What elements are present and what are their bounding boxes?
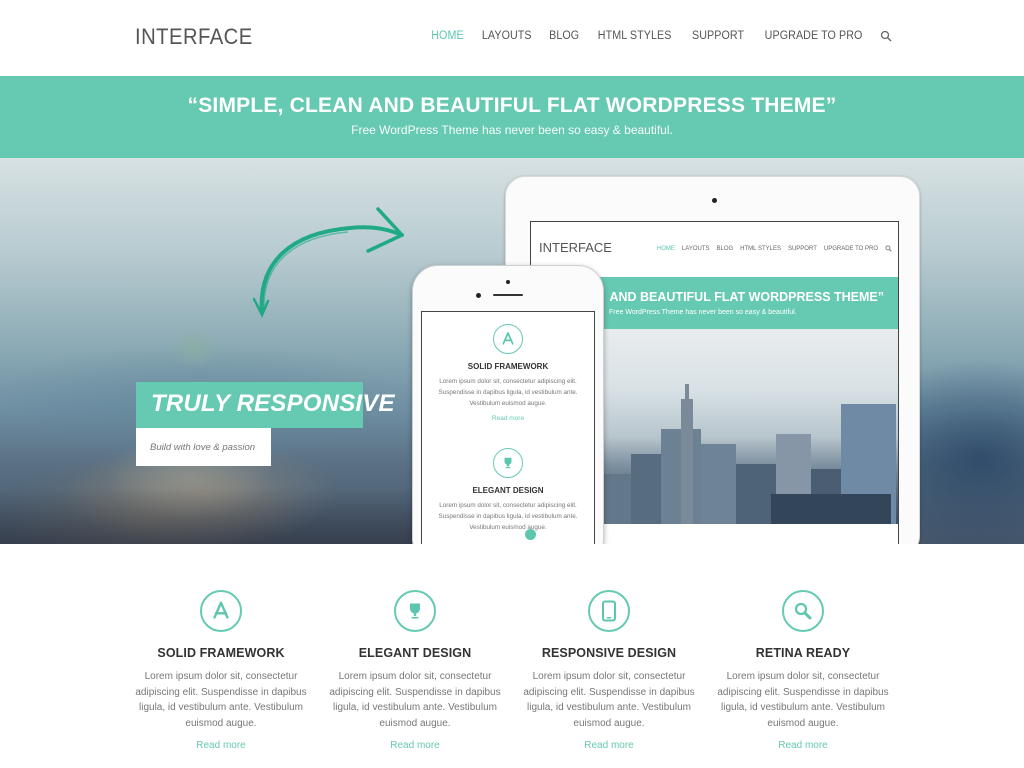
tablet-nav-item: BLOG bbox=[716, 245, 734, 252]
features-section: SOLID FRAMEWORK Lorem ipsum dolor sit, c… bbox=[0, 544, 1024, 768]
nav-support[interactable]: SUPPORT bbox=[692, 30, 744, 42]
nav-home[interactable]: HOME bbox=[431, 30, 463, 42]
feature-solid-framework: SOLID FRAMEWORK Lorem ipsum dolor sit, c… bbox=[131, 590, 311, 752]
tablet-nav-item: HOME bbox=[656, 245, 675, 252]
phone-feature-title: SOLID FRAMEWORK bbox=[467, 362, 549, 371]
nav-upgrade-to-pro[interactable]: UPGRADE TO PRO bbox=[765, 30, 863, 42]
main-nav: HOME LAYOUTS BLOG HTML STYLES SUPPORT UP… bbox=[415, 30, 892, 42]
feature-text: Lorem ipsum dolor sit, consectetur adipi… bbox=[135, 671, 307, 729]
phone-feature-text: Lorem ipsum dolor sit, consectetur adipi… bbox=[438, 378, 578, 407]
hand-drawn-arrow-icon bbox=[252, 207, 404, 318]
site-logo[interactable]: INTERFACE bbox=[135, 24, 253, 50]
phone-feature-solid-framework: SOLID FRAMEWORK Lorem ipsum dolor sit, c… bbox=[422, 324, 594, 422]
slider-pager bbox=[508, 529, 536, 540]
read-more-link[interactable]: Read more bbox=[390, 740, 439, 751]
app-store-icon bbox=[493, 324, 523, 354]
hero-subtagline-text: Build with love & passion bbox=[150, 442, 256, 453]
background-shadow bbox=[0, 488, 420, 544]
phone-screen: SOLID FRAMEWORK Lorem ipsum dolor sit, c… bbox=[421, 311, 595, 544]
feature-responsive-design: RESPONSIVE DESIGN Lorem ipsum dolor sit,… bbox=[519, 590, 699, 752]
background-dome bbox=[170, 328, 220, 368]
tablet-camera bbox=[712, 198, 717, 203]
pager-dot-active[interactable] bbox=[525, 529, 536, 540]
mobile-icon bbox=[588, 590, 630, 632]
nav-layouts[interactable]: LAYOUTS bbox=[481, 30, 531, 42]
phone-feature-elegant-design: ELEGANT DESIGN Lorem ipsum dolor sit, co… bbox=[422, 448, 594, 533]
read-more-link[interactable]: Read more bbox=[196, 740, 245, 751]
read-more-link[interactable]: Read more bbox=[584, 740, 633, 751]
phone-feature-title: ELEGANT DESIGN bbox=[472, 486, 544, 495]
magnifier-icon bbox=[782, 590, 824, 632]
tagline-banner: “SIMPLE, CLEAN AND BEAUTIFUL FLAT WORDPR… bbox=[0, 76, 1024, 158]
hero-subtagline: Build with love & passion bbox=[136, 428, 271, 466]
nav-blog[interactable]: BLOG bbox=[549, 30, 579, 42]
tablet-logo: INTERFACE bbox=[539, 240, 612, 255]
trophy-icon bbox=[394, 590, 436, 632]
hero-tagline: TRULY RESPONSIVE bbox=[136, 382, 395, 428]
app-store-icon bbox=[200, 590, 242, 632]
hero-tagline-text: TRULY RESPONSIVE bbox=[151, 390, 395, 417]
feature-text: Lorem ipsum dolor sit, consectetur adipi… bbox=[329, 671, 501, 729]
feature-title: SOLID FRAMEWORK bbox=[157, 646, 285, 660]
phone-sensor bbox=[476, 293, 481, 298]
feature-title: RESPONSIVE DESIGN bbox=[541, 646, 677, 660]
hero-slider: TRULY RESPONSIVE Build with love & passi… bbox=[0, 158, 1024, 544]
tablet-nav: HOME LAYOUTS BLOG HTML STYLES SUPPORT UP… bbox=[657, 245, 892, 252]
tablet-banner-subtitle: Free WordPress Theme has never been so e… bbox=[609, 309, 797, 316]
tablet-nav-item: HTML STYLES bbox=[740, 245, 781, 252]
phone-camera bbox=[506, 280, 510, 284]
feature-title: ELEGANT DESIGN bbox=[358, 646, 472, 660]
phone-mockup: SOLID FRAMEWORK Lorem ipsum dolor sit, c… bbox=[412, 265, 604, 544]
feature-text: Lorem ipsum dolor sit, consectetur adipi… bbox=[523, 671, 695, 729]
feature-elegant-design: ELEGANT DESIGN Lorem ipsum dolor sit, co… bbox=[325, 590, 505, 752]
nav-html-styles[interactable]: HTML STYLES bbox=[598, 30, 672, 42]
pager-dot[interactable] bbox=[508, 529, 519, 540]
read-more-link[interactable]: Read more bbox=[778, 740, 827, 751]
banner-title: “SIMPLE, CLEAN AND BEAUTIFUL FLAT WORDPR… bbox=[187, 94, 837, 117]
site-header: INTERFACE HOME LAYOUTS BLOG HTML STYLES … bbox=[0, 0, 1024, 76]
tablet-nav-item: LAYOUTS bbox=[681, 245, 710, 252]
tablet-banner-title: AND BEAUTIFUL FLAT WORDPRESS THEME” bbox=[609, 290, 884, 304]
tablet-search-icon bbox=[885, 245, 892, 252]
banner-subtitle: Free WordPress Theme has never been so e… bbox=[351, 123, 673, 137]
trophy-icon bbox=[493, 448, 523, 478]
feature-text: Lorem ipsum dolor sit, consectetur adipi… bbox=[717, 671, 889, 729]
tablet-nav-item: SUPPORT bbox=[787, 245, 817, 252]
search-icon[interactable] bbox=[880, 30, 892, 42]
phone-read-more-link[interactable]: Read more bbox=[422, 415, 594, 422]
tablet-nav-item: UPGRADE TO PRO bbox=[823, 245, 878, 252]
feature-retina-ready: RETINA READY Lorem ipsum dolor sit, cons… bbox=[713, 590, 893, 752]
feature-title: RETINA READY bbox=[755, 646, 851, 660]
phone-speaker bbox=[493, 294, 523, 296]
